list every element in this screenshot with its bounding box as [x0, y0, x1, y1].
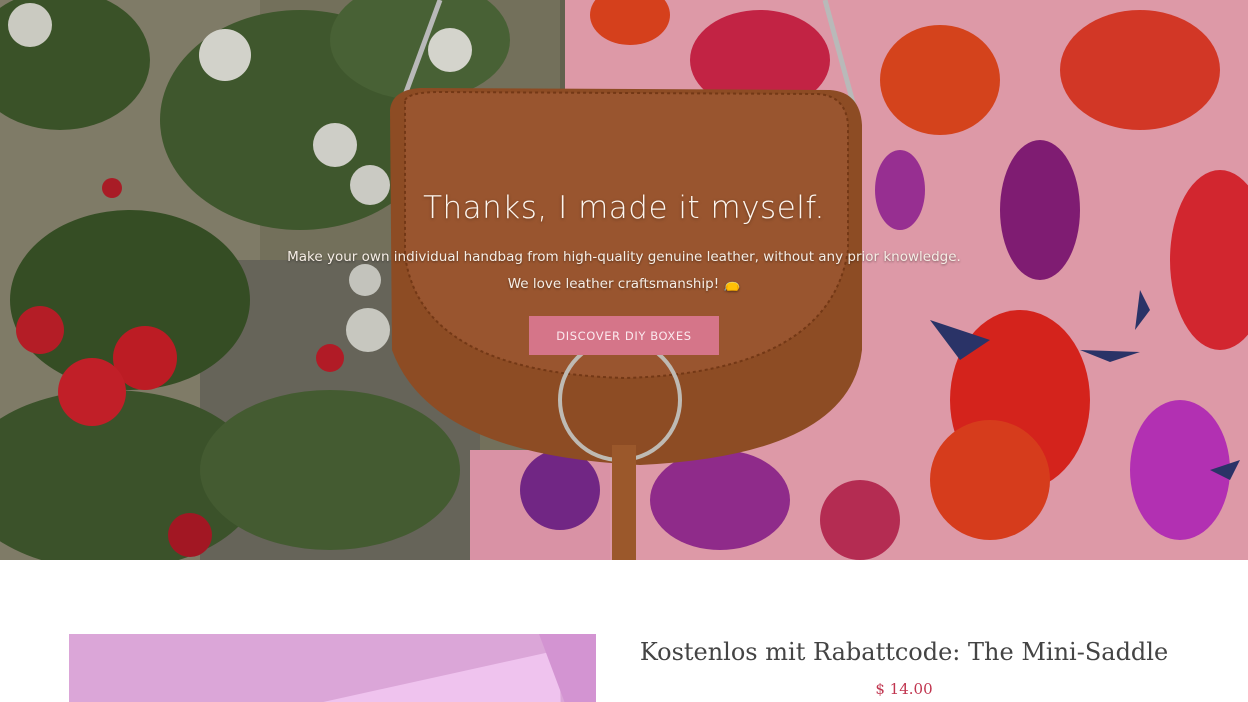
hero-banner: Thanks, I made it myself. Make your own … — [0, 0, 1248, 560]
featured-product-section: Kostenlos mit Rabattcode: The Mini-Saddl… — [0, 560, 1248, 702]
product-info: Kostenlos mit Rabattcode: The Mini-Saddl… — [620, 638, 1188, 698]
discover-diy-boxes-button[interactable]: DISCOVER DIY BOXES — [529, 316, 719, 355]
hero-subtitle-line-2: We love leather craftsmanship! 👝 — [507, 276, 741, 292]
hero-subtitle: Make your own individual handbag from hi… — [0, 244, 1248, 298]
hero-title: Thanks, I made it myself. — [423, 190, 825, 226]
product-title[interactable]: Kostenlos mit Rabattcode: The Mini-Saddl… — [620, 638, 1188, 666]
product-image-art — [69, 634, 596, 702]
product-image[interactable] — [69, 634, 596, 702]
hero-content: Thanks, I made it myself. Make your own … — [0, 190, 1248, 355]
product-price: $ 14.00 — [875, 680, 933, 698]
hero-subtitle-line-1: Make your own individual handbag from hi… — [287, 249, 961, 265]
